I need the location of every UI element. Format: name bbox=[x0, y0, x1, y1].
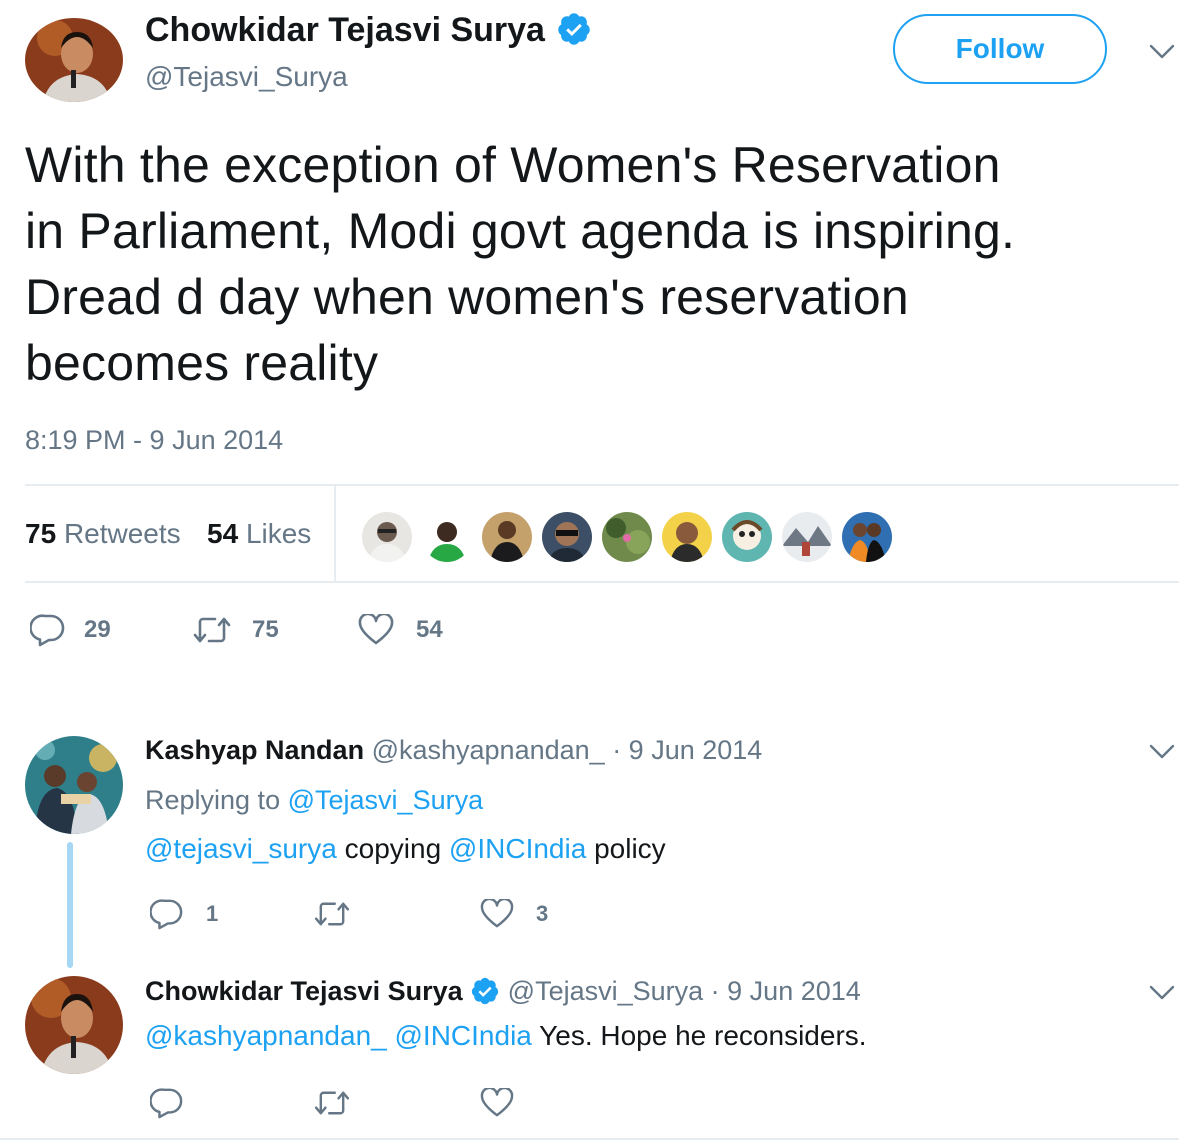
reply-author-name[interactable]: Chowkidar Tejasvi Surya bbox=[145, 976, 463, 1006]
divider bbox=[334, 486, 336, 582]
liker-avatar[interactable] bbox=[780, 510, 834, 564]
like-icon[interactable] bbox=[358, 614, 394, 646]
chevron-down-icon[interactable] bbox=[1149, 744, 1175, 760]
reply-count: 29 bbox=[84, 616, 111, 643]
reply-text-part: Yes. Hope he reconsiders. bbox=[539, 1020, 867, 1051]
divider bbox=[0, 1138, 1179, 1140]
replying-to-link[interactable]: @Tejasvi_Surya bbox=[288, 785, 484, 815]
liker-avatar[interactable] bbox=[360, 510, 414, 564]
likes-count: 54 bbox=[207, 518, 239, 549]
follow-button[interactable]: Follow bbox=[893, 14, 1107, 84]
reply-avatar[interactable] bbox=[25, 736, 123, 834]
retweets-label: Retweets bbox=[63, 518, 181, 549]
replying-to: Replying to @Tejasvi_Surya bbox=[145, 783, 483, 817]
reply-avatar[interactable] bbox=[25, 976, 123, 1074]
reply-header: Chowkidar Tejasvi Surya @Tejasvi_Surya ·… bbox=[145, 974, 861, 1008]
retweet-action[interactable]: 75 bbox=[192, 615, 279, 645]
verified-badge-icon bbox=[556, 11, 592, 47]
like-icon[interactable] bbox=[480, 1088, 514, 1118]
reply-icon[interactable] bbox=[150, 1087, 184, 1119]
reply-date[interactable]: · 9 Jun 2014 bbox=[612, 735, 762, 765]
chevron-down-icon[interactable] bbox=[1149, 985, 1175, 1001]
author-avatar[interactable] bbox=[25, 18, 123, 102]
like-count: 54 bbox=[416, 616, 443, 643]
tweet-text-line: Dread d day when women's reservation bbox=[25, 269, 909, 325]
mention-link[interactable]: @INCIndia bbox=[449, 833, 586, 864]
retweet-action[interactable] bbox=[313, 1089, 369, 1117]
liker-avatar[interactable] bbox=[540, 510, 594, 564]
tweet-text: With the exception of Women's Reservatio… bbox=[25, 132, 1165, 396]
divider bbox=[25, 484, 1179, 486]
reply-author-name[interactable]: Kashyap Nandan bbox=[145, 735, 364, 765]
reply-icon[interactable] bbox=[150, 898, 184, 930]
retweet-icon[interactable] bbox=[313, 1089, 351, 1117]
retweet-icon[interactable] bbox=[313, 900, 351, 928]
like-icon[interactable] bbox=[480, 899, 514, 929]
tweet-text-line: becomes reality bbox=[25, 335, 379, 391]
replying-to-label: Replying to bbox=[145, 785, 281, 815]
liker-avatar[interactable] bbox=[600, 510, 654, 564]
reply-header: Kashyap Nandan @kashyapnandan_ · 9 Jun 2… bbox=[145, 733, 762, 767]
reply-text: @tejasvi_surya copying @INCIndia policy bbox=[145, 832, 666, 866]
retweets-stat[interactable]: 75 Retweets bbox=[25, 517, 181, 551]
chevron-down-icon[interactable] bbox=[1149, 44, 1175, 60]
tweet-text-line: With the exception of Women's Reservatio… bbox=[25, 137, 1001, 193]
liker-avatar[interactable] bbox=[660, 510, 714, 564]
mention-link[interactable]: @tejasvi_surya bbox=[145, 833, 337, 864]
reply-action[interactable]: 29 bbox=[30, 613, 111, 647]
author-handle[interactable]: @Tejasvi_Surya bbox=[145, 60, 348, 94]
likes-stat[interactable]: 54 Likes bbox=[207, 517, 311, 551]
reply-date[interactable]: · 9 Jun 2014 bbox=[711, 976, 861, 1006]
verified-badge-icon bbox=[470, 976, 500, 1006]
reply-text-part: policy bbox=[594, 833, 666, 864]
retweet-icon[interactable] bbox=[192, 615, 232, 645]
liker-avatar[interactable] bbox=[420, 510, 474, 564]
thread-connector bbox=[67, 842, 73, 968]
retweet-count: 75 bbox=[252, 616, 279, 643]
reply-count: 1 bbox=[206, 901, 219, 926]
liker-avatar[interactable] bbox=[840, 510, 894, 564]
reply-handle[interactable]: @Tejasvi_Surya bbox=[508, 976, 704, 1006]
liker-avatar[interactable] bbox=[480, 510, 534, 564]
reply-icon[interactable] bbox=[30, 613, 66, 647]
like-action[interactable]: 3 bbox=[480, 899, 548, 929]
divider bbox=[25, 581, 1179, 583]
retweets-count: 75 bbox=[25, 518, 57, 549]
mention-link[interactable]: @kashyapnandan_ bbox=[145, 1020, 387, 1051]
tweet-text-line: in Parliament, Modi govt agenda is inspi… bbox=[25, 203, 1016, 259]
reply-text: @kashyapnandan_ @INCIndia Yes. Hope he r… bbox=[145, 1019, 867, 1053]
like-action[interactable] bbox=[480, 1088, 532, 1118]
likes-label: Likes bbox=[245, 518, 312, 549]
like-action[interactable]: 54 bbox=[358, 614, 443, 646]
reply-action[interactable] bbox=[150, 1087, 202, 1119]
reply-handle[interactable]: @kashyapnandan_ bbox=[372, 735, 605, 765]
tweet-timestamp[interactable]: 8:19 PM - 9 Jun 2014 bbox=[25, 424, 283, 456]
author-name[interactable]: Chowkidar Tejasvi Surya bbox=[145, 10, 592, 50]
like-count: 3 bbox=[536, 901, 549, 926]
reply-text-part: copying bbox=[344, 833, 442, 864]
reply-action[interactable]: 1 bbox=[150, 898, 218, 930]
retweet-action[interactable] bbox=[313, 900, 369, 928]
mention-link[interactable]: @INCIndia bbox=[395, 1020, 532, 1051]
liker-avatar[interactable] bbox=[720, 510, 774, 564]
